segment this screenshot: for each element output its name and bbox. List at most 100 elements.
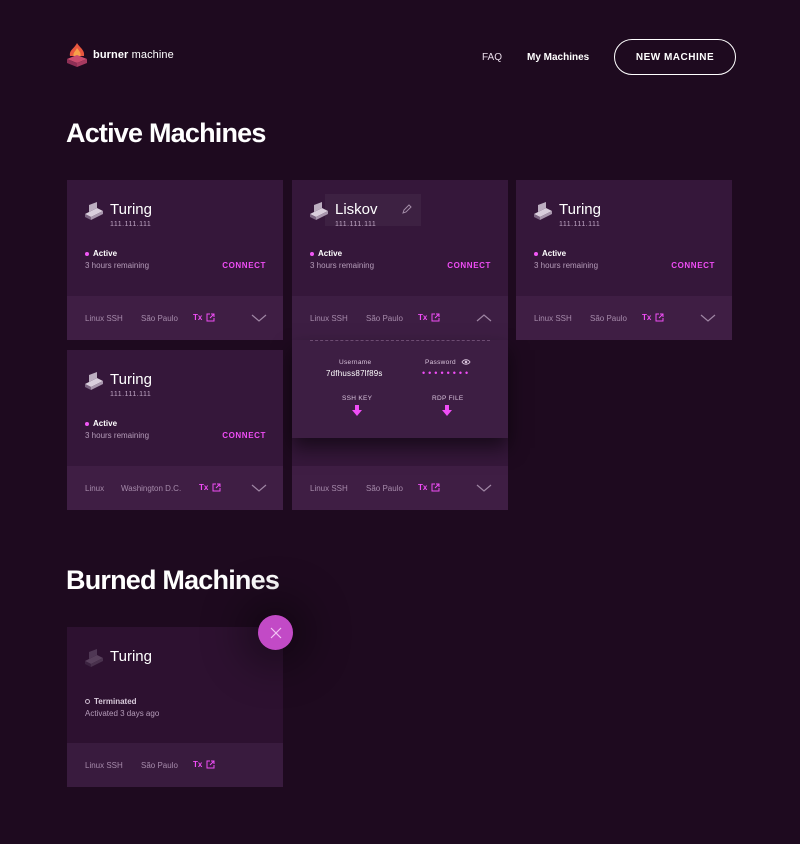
password-value[interactable]: ••••••••: [422, 368, 471, 378]
machine-os: Linux SSH: [85, 314, 123, 323]
connect-button[interactable]: CONNECT: [222, 261, 266, 270]
machine-os: Linux SSH: [85, 761, 123, 770]
eye-icon[interactable]: [461, 358, 471, 366]
card-footer: Linux SSH São Paulo Tx: [292, 296, 508, 340]
machine-ip: 111.111.111: [335, 221, 377, 228]
chevron-down-icon[interactable]: [476, 483, 492, 493]
machine-os: Linux SSH: [310, 484, 348, 493]
card-header: Liskov 111.111.111 Active 3 hours remain…: [292, 180, 508, 296]
status-dot-icon: [534, 251, 538, 256]
tx-link[interactable]: Tx: [418, 483, 440, 492]
external-link-icon: [212, 483, 221, 492]
connect-button[interactable]: CONNECT: [671, 261, 715, 270]
laptop-icon: [85, 649, 103, 667]
tx-link[interactable]: Tx: [193, 313, 215, 322]
connect-button[interactable]: CONNECT: [222, 431, 266, 440]
time-remaining: 3 hours remaining: [85, 261, 150, 270]
machine-name: Turing: [559, 201, 601, 218]
laptop-icon: [85, 202, 103, 220]
card-footer: Linux SSH São Paulo Tx: [67, 296, 283, 340]
ssh-key-label: SSH KEY: [342, 395, 373, 402]
machine-ip: 111.111.111: [110, 391, 152, 398]
machine-name: Turing: [110, 371, 152, 388]
external-link-icon: [206, 760, 215, 769]
tx-link[interactable]: Tx: [642, 313, 664, 322]
machine-os: Linux: [85, 484, 105, 493]
credentials-panel: Username 7dfhuss87lf89s Password •••••••…: [292, 340, 508, 438]
machine-name: Turing: [110, 648, 152, 665]
machine-card: Turing 111.111.111 Active 3 hours remain…: [67, 350, 283, 510]
machine-location: São Paulo: [366, 484, 403, 493]
nav-my-machines-link[interactable]: My Machines: [527, 52, 589, 63]
status-badge: Active: [85, 249, 117, 258]
machine-os: Linux SSH: [310, 314, 348, 323]
tx-link[interactable]: Tx: [193, 760, 215, 769]
new-machine-button[interactable]: NEW MACHINE: [614, 39, 736, 75]
logo[interactable]: burner machine: [66, 42, 174, 68]
logo-text: burner machine: [93, 49, 174, 61]
connect-button[interactable]: CONNECT: [447, 261, 491, 270]
pencil-icon[interactable]: [402, 204, 412, 214]
status-dot-icon: [310, 251, 314, 256]
password-label: Password: [425, 359, 456, 366]
machine-location: Washington D.C.: [121, 484, 182, 493]
external-link-icon: [431, 483, 440, 492]
machine-location: São Paulo: [141, 314, 178, 323]
activated-time: Activated 3 days ago: [85, 709, 160, 718]
status-badge: Active: [310, 249, 342, 258]
machine-card-expanded: Liskov 111.111.111 Active 3 hours remain…: [292, 180, 508, 340]
time-remaining: 3 hours remaining: [85, 431, 150, 440]
card-header: Turing 111.111.111 Active 3 hours remain…: [67, 180, 283, 296]
machine-ip: 111.111.111: [559, 221, 601, 228]
ssh-key-download-icon[interactable]: [352, 405, 362, 417]
card-header: Turing 111.111.111 Active 3 hours remain…: [516, 180, 732, 296]
card-header: Turing Terminated Activated 3 days ago: [67, 627, 283, 743]
username-value[interactable]: 7dfhuss87lf89s: [326, 369, 383, 378]
header: burner machine FAQ My Machines NEW MACHI…: [0, 0, 800, 115]
card-footer: Linux SSH São Paulo Tx: [67, 743, 283, 787]
status-badge: Terminated: [85, 697, 137, 706]
status-dot-icon: [85, 251, 89, 256]
active-machines-title: Active Machines: [66, 118, 266, 148]
external-link-icon: [206, 313, 215, 322]
laptop-icon: [310, 202, 328, 220]
dismiss-button[interactable]: [258, 615, 293, 650]
card-footer: Linux SSH São Paulo Tx: [516, 296, 732, 340]
status-dot-icon: [85, 699, 90, 704]
machine-ip: 111.111.111: [110, 221, 152, 228]
machine-location: São Paulo: [590, 314, 627, 323]
rdp-file-download-icon[interactable]: [442, 405, 452, 417]
rdp-file-label: RDP FILE: [432, 395, 464, 402]
card-header: Turing 111.111.111 Active 3 hours remain…: [67, 350, 283, 466]
machine-location: São Paulo: [366, 314, 403, 323]
flame-laptop-logo-icon: [67, 43, 87, 67]
chevron-up-icon[interactable]: [476, 313, 492, 323]
tx-link[interactable]: Tx: [418, 313, 440, 322]
external-link-icon: [655, 313, 664, 322]
burned-machines-title: Burned Machines: [66, 565, 280, 595]
chevron-down-icon[interactable]: [700, 313, 716, 323]
username-label: Username: [339, 359, 372, 366]
time-remaining: 3 hours remaining: [534, 261, 599, 270]
laptop-icon: [534, 202, 552, 220]
close-icon: [270, 627, 281, 638]
machine-location: São Paulo: [141, 761, 178, 770]
burned-machine-card: Turing Terminated Activated 3 days ago L…: [67, 627, 283, 787]
dashed-divider: [310, 340, 490, 341]
chevron-down-icon[interactable]: [251, 483, 267, 493]
machine-name: Liskov: [335, 201, 378, 218]
machine-card: Turing 111.111.111 Active 3 hours remain…: [67, 180, 283, 340]
machine-name: Turing: [110, 201, 152, 218]
card-footer: Linux Washington D.C. Tx: [67, 466, 283, 510]
status-dot-icon: [85, 421, 89, 426]
external-link-icon: [431, 313, 440, 322]
nav-faq-link[interactable]: FAQ: [482, 52, 502, 63]
card-footer: Linux SSH São Paulo Tx: [292, 466, 508, 510]
laptop-icon: [85, 372, 103, 390]
status-badge: Active: [85, 419, 117, 428]
time-remaining: 3 hours remaining: [310, 261, 375, 270]
chevron-down-icon[interactable]: [251, 313, 267, 323]
tx-link[interactable]: Tx: [199, 483, 221, 492]
machine-card: Turing 111.111.111 Active 3 hours remain…: [516, 180, 732, 340]
machine-os: Linux SSH: [534, 314, 572, 323]
